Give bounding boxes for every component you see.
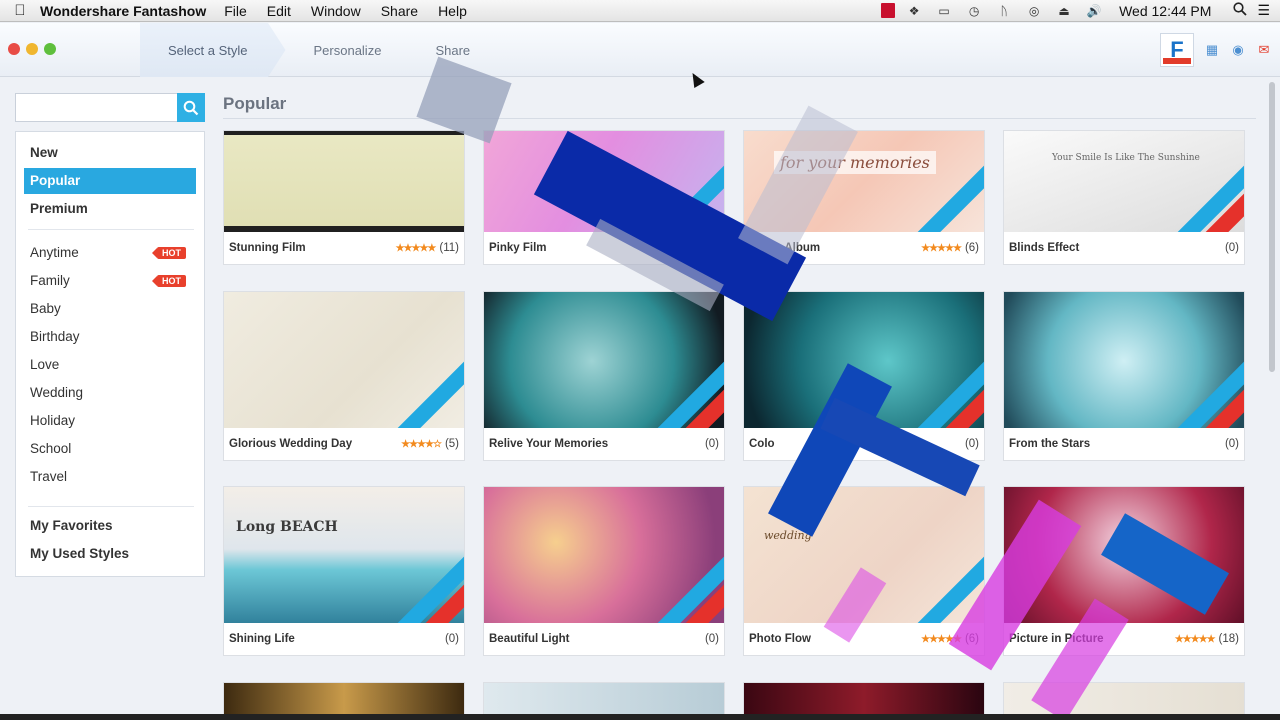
rating-count: (0): [444, 633, 459, 645]
rating-stars: ★★★★★: [921, 242, 962, 254]
rating-count: (6): [964, 633, 979, 645]
style-card-info: Photo Flow ★★★★★ (6): [744, 623, 984, 655]
rating-stars: ★★★★★: [1174, 633, 1216, 645]
style-title: From the Stars: [1009, 438, 1091, 450]
style-card[interactable]: for your memories Photo Album ★★★★★ (6): [743, 130, 985, 265]
rating-count: (0): [704, 438, 719, 450]
rating-count: (0): [1224, 438, 1239, 450]
style-card-info: Colo (0): [744, 428, 984, 460]
style-card[interactable]: wedding Photo Flow ★★★★★ (6): [743, 486, 985, 656]
style-card-info: Shining Life (0): [224, 623, 464, 655]
style-card-info: From the Stars (0): [1004, 428, 1244, 460]
style-card[interactable]: From the Stars (0): [1003, 291, 1245, 461]
style-card-info: Glorious Wedding Day ★★★★☆ (5): [224, 428, 464, 460]
rating-count: (18): [1218, 633, 1239, 645]
style-card[interactable]: Stunning Film ★★★★★ (11): [223, 130, 465, 265]
style-card[interactable]: Pinky Film: [483, 130, 725, 265]
style-card-info: Blinds Effect (0): [1004, 232, 1244, 264]
style-title: Colo: [749, 438, 775, 450]
thumbnail-caption: Your Smile Is Like The Sunshine: [1052, 153, 1200, 163]
rating-count: (11): [439, 242, 459, 254]
style-card-info: Photo Album ★★★★★ (6): [744, 232, 984, 264]
style-title: Beautiful Light: [489, 633, 570, 645]
style-grid: Stunning Film ★★★★★ (11) Pinky Film for your…: [0, 0, 1280, 720]
style-title: Photo Flow: [749, 633, 811, 645]
rating-count: (0): [964, 438, 979, 450]
style-card[interactable]: Relive Your Memories (0): [483, 291, 725, 461]
style-card[interactable]: Your Smile Is Like The Sunshine Blinds Ef…: [1003, 130, 1245, 265]
style-card-info: Stunning Film ★★★★★ (11): [224, 232, 464, 264]
rating-stars: ★★★★☆: [401, 438, 442, 450]
rating-count: (0): [1224, 242, 1239, 254]
style-title: Stunning Film: [229, 242, 306, 254]
scrollbar-thumb[interactable]: [1269, 82, 1275, 372]
thumbnail-caption: wedding: [764, 529, 812, 542]
style-card[interactable]: Picture in Picture ★★★★★ (18): [1003, 486, 1245, 656]
style-title: Shining Life: [229, 633, 295, 645]
style-card[interactable]: Beautiful Light (0): [483, 486, 725, 656]
screen-bottom-edge: [0, 714, 1280, 720]
style-title: Photo Album: [749, 242, 821, 254]
style-card-info: Relive Your Memories (0): [484, 428, 724, 460]
style-thumbnail: [224, 131, 464, 234]
rating-count: (0): [704, 633, 719, 645]
content-scrollbar[interactable]: [1266, 80, 1278, 714]
rating-count: (5): [444, 438, 459, 450]
style-card-info: Beautiful Light (0): [484, 623, 724, 655]
thumbnail-caption: Long BEACH: [236, 519, 338, 535]
rating-count: (6): [964, 242, 979, 254]
style-title: Glorious Wedding Day: [229, 438, 353, 450]
style-title: Pinky Film: [489, 242, 547, 254]
rating-stars: ★★★★★: [921, 633, 962, 645]
style-card-info: Picture in Picture ★★★★★ (18): [1004, 623, 1244, 655]
style-title: Blinds Effect: [1009, 242, 1080, 254]
style-card-info: Pinky Film: [484, 232, 724, 264]
style-card[interactable]: Glorious Wedding Day ★★★★☆ (5): [223, 291, 465, 461]
style-thumbnail: [1004, 487, 1244, 625]
rating-stars: ★★★★★: [395, 242, 437, 254]
style-title: Picture in Picture: [1009, 633, 1104, 645]
style-card[interactable]: Colo (0): [743, 291, 985, 461]
thumbnail-caption: for your memories: [774, 151, 936, 174]
style-card[interactable]: Long BEACH Shining Life (0): [223, 486, 465, 656]
style-title: Relive Your Memories: [489, 438, 609, 450]
